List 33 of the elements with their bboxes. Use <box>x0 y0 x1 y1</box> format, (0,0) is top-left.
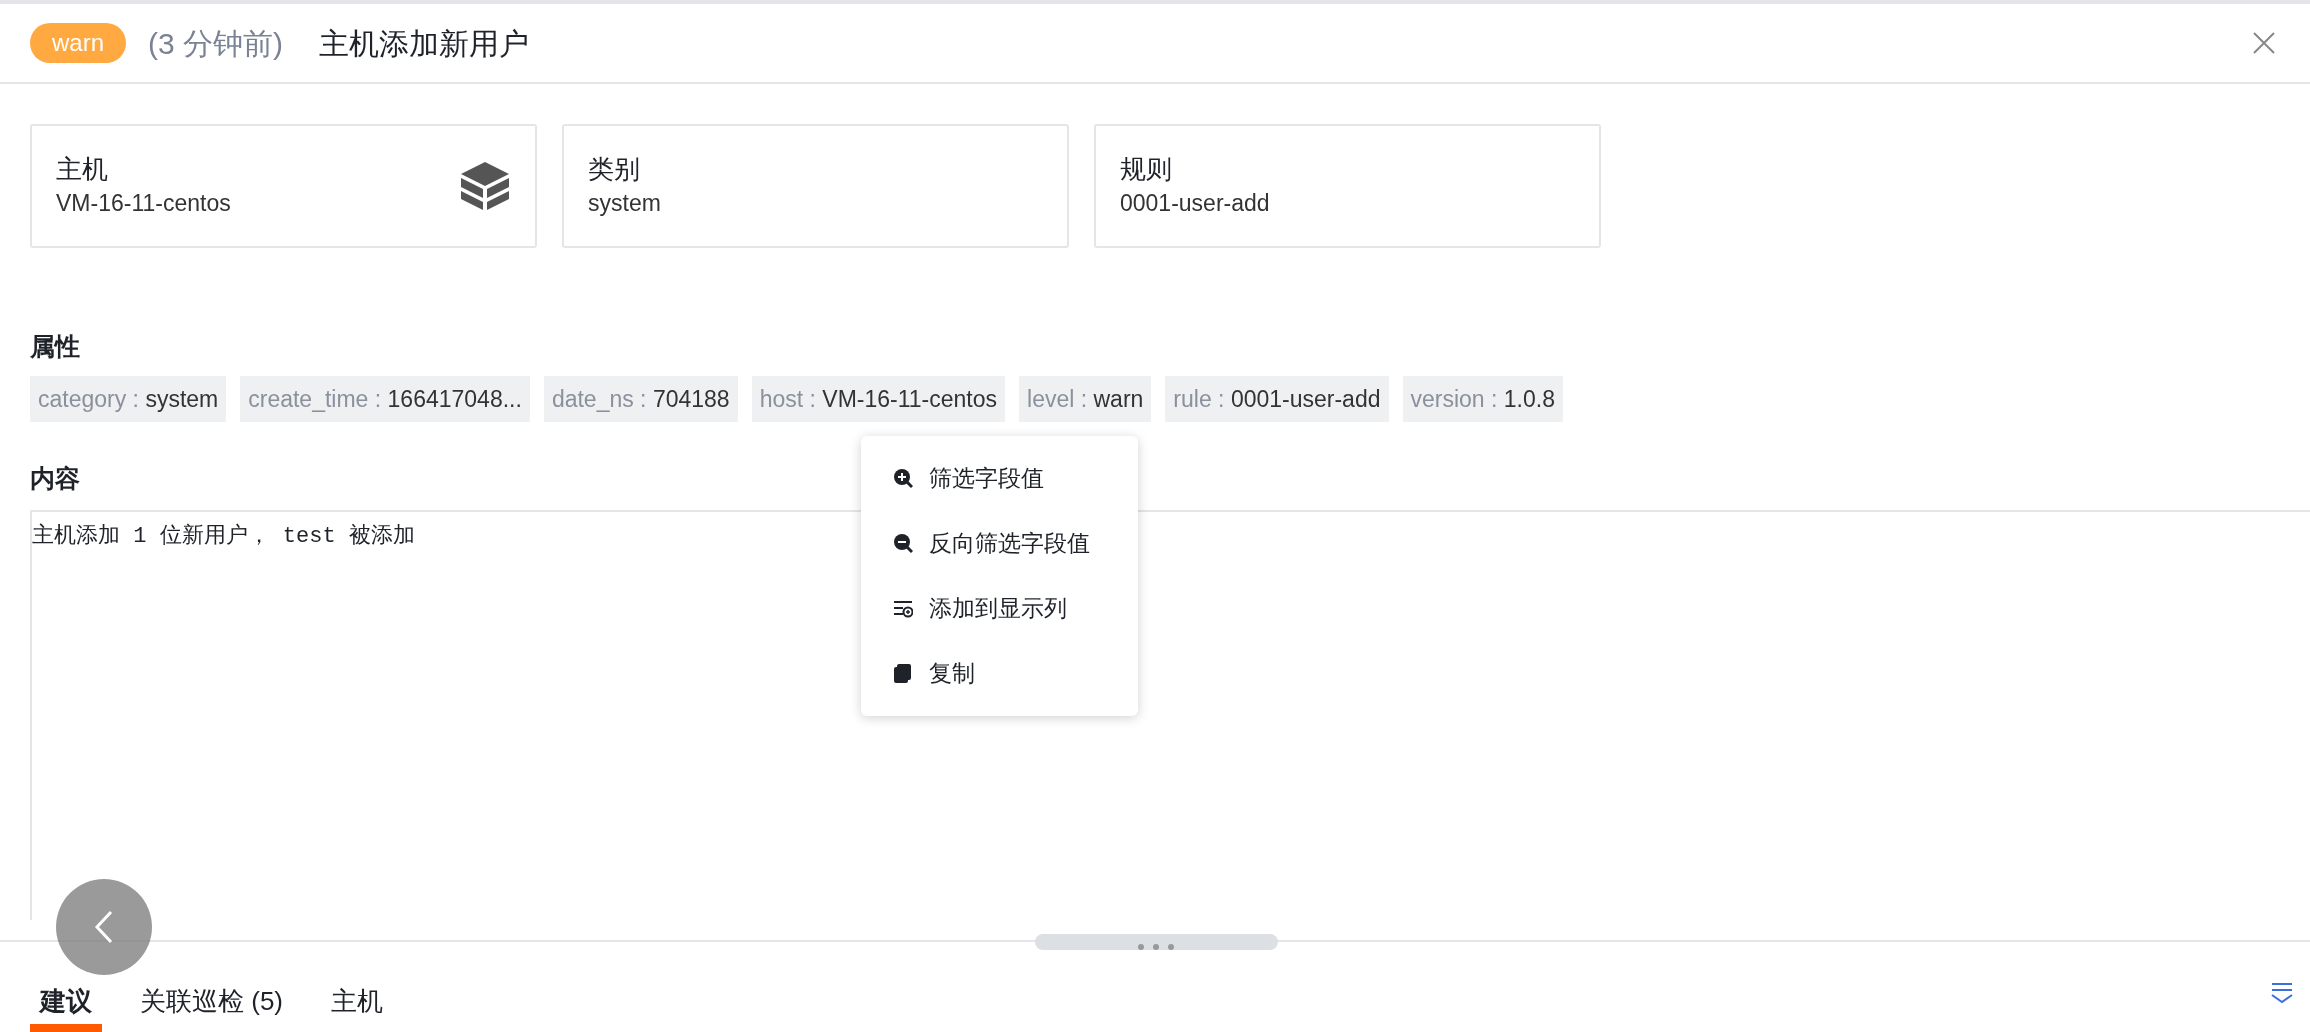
server-icon <box>459 160 511 212</box>
card-label: 主机 <box>56 153 109 186</box>
zoom-in-icon <box>893 468 913 489</box>
copy-icon <box>893 663 913 684</box>
menu-item[interactable]: 添加到显示列 <box>861 576 1138 641</box>
tab[interactable]: 主机 <box>321 984 393 1032</box>
section-heading: 属性 <box>30 331 80 362</box>
resize-handle[interactable] <box>1035 934 1278 950</box>
tab[interactable]: 建议 <box>30 984 102 1032</box>
attribute-tag[interactable]: date_ns : 704188 <box>543 375 738 422</box>
level-badge: warn <box>30 23 127 63</box>
menu-item[interactable]: 反向筛选字段值 <box>861 511 1138 576</box>
menu-item[interactable]: 复制 <box>861 641 1138 706</box>
alert-title: 主机添加新用户 <box>319 25 530 62</box>
tab[interactable]: 关联巡检 (5) <box>130 984 293 1032</box>
attribute-tag[interactable]: create_time : 166417048... <box>240 375 530 422</box>
attribute-tag[interactable]: level : warn <box>1019 375 1152 422</box>
attribute-tag[interactable]: version : 1.0.8 <box>1402 375 1563 422</box>
card-label: 规则 <box>1120 153 1173 186</box>
add-column-icon <box>893 598 913 619</box>
time-ago: (3 分钟前) <box>148 25 284 62</box>
card-value: system <box>588 189 661 218</box>
attribute-tag[interactable]: rule : 0001-user-add <box>1165 375 1389 422</box>
menu-item[interactable]: 筛选字段值 <box>861 446 1138 511</box>
content-text: 主机添加 1 位新用户， test 被添加 <box>32 523 415 549</box>
zoom-out-icon <box>893 533 913 554</box>
collapse-icon[interactable] <box>2270 982 2294 1004</box>
section-heading: 内容 <box>30 463 80 494</box>
card-label: 类别 <box>588 153 641 186</box>
card-value: 0001-user-add <box>1120 189 1270 218</box>
attribute-tag[interactable]: host : VM-16-11-centos <box>751 375 1005 422</box>
card-value: VM-16-11-centos <box>56 189 231 218</box>
attribute-tag[interactable]: category : system <box>30 375 227 422</box>
